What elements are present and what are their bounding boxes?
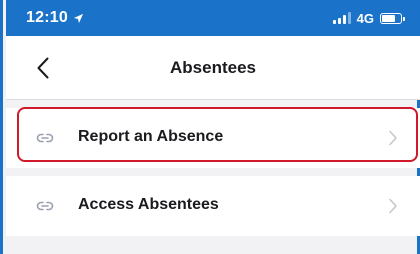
chevron-right-icon bbox=[389, 130, 397, 146]
menu-item-access-absentees[interactable]: Access Absentees bbox=[6, 176, 420, 236]
link-icon bbox=[36, 201, 54, 211]
menu-item-report-absence[interactable]: Report an Absence bbox=[6, 108, 420, 168]
page-title: Absentees bbox=[170, 58, 256, 77]
menu-item-label: Access Absentees bbox=[78, 196, 219, 213]
app-frame: 12:10 4G Absentees Report an Absence Acc… bbox=[0, 0, 420, 254]
chevron-right-icon bbox=[389, 198, 397, 214]
signal-strength-icon bbox=[332, 12, 351, 24]
battery-icon bbox=[380, 12, 405, 24]
link-icon bbox=[36, 133, 54, 143]
menu-item-label: Report an Absence bbox=[78, 128, 224, 145]
navigation-bar: Absentees bbox=[6, 36, 420, 100]
status-bar: 12:10 4G bbox=[6, 0, 420, 36]
location-arrow-icon bbox=[73, 13, 84, 23]
status-time-group: 12:10 bbox=[26, 9, 84, 27]
status-indicators: 4G bbox=[332, 10, 405, 26]
network-type: 4G bbox=[356, 10, 374, 26]
status-time: 12:10 bbox=[26, 9, 68, 26]
